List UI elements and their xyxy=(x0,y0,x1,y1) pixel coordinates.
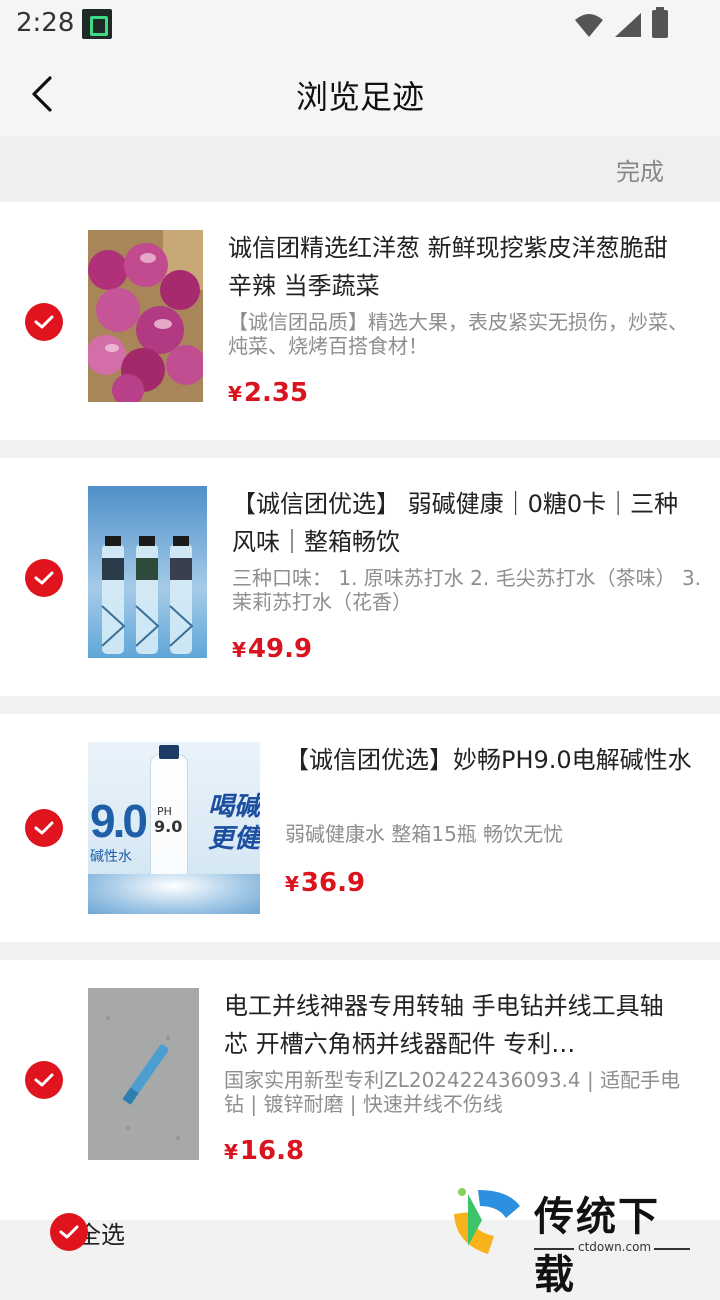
app-notification-icon xyxy=(82,9,112,39)
price-value: 36.9 xyxy=(300,868,366,898)
item-price: ¥2.35 xyxy=(228,378,308,408)
logo-icon xyxy=(454,1188,520,1254)
currency-symbol: ¥ xyxy=(232,638,246,662)
item-desc: 三种口味： 1. 原味苏打水 2. 毛尖苏打水（茶味） 3. 茉莉苏打水（花香） xyxy=(232,566,702,614)
history-list: 诚信团精选红洋葱 新鲜现挖紫皮洋葱脆甜辛辣 当季蔬菜 【诚信团品质】精选大果，表… xyxy=(0,202,720,1238)
item-checkbox[interactable] xyxy=(25,809,63,847)
item-price: ¥49.9 xyxy=(232,634,312,664)
item-title[interactable]: 【诚信团优选】妙畅PH9.0电解碱性水 xyxy=(285,741,705,779)
item-desc: 国家实用新型专利ZL202422436093.4 | 适配手电钻 | 镀锌耐磨 … xyxy=(224,1068,681,1116)
check-icon xyxy=(34,315,54,329)
check-icon xyxy=(59,1225,79,1239)
signal-icon xyxy=(615,13,641,37)
select-all[interactable]: 全选 xyxy=(25,1213,125,1251)
currency-symbol: ¥ xyxy=(228,382,242,406)
list-item[interactable]: 诚信团精选红洋葱 新鲜现挖紫皮洋葱脆甜辛辣 当季蔬菜 【诚信团品质】精选大果，表… xyxy=(0,202,720,440)
price-value: 16.8 xyxy=(239,1136,305,1166)
product-image[interactable] xyxy=(88,230,203,402)
list-item[interactable]: 9.0 碱性水 PH 9.0 喝碱 更健 【诚信团优选】妙畅PH9.0电解碱性水… xyxy=(0,714,720,942)
wifi-icon xyxy=(575,14,603,37)
image-text: 更健 xyxy=(208,824,260,854)
nav-bar: 浏览足迹 xyxy=(0,50,720,136)
item-desc: 【诚信团品质】精选大果，表皮紧实无损伤，炒菜、炖菜、烧烤百搭食材！ xyxy=(228,310,688,358)
done-button[interactable]: 完成 xyxy=(616,152,664,187)
currency-symbol: ¥ xyxy=(224,1140,238,1164)
check-icon xyxy=(34,821,54,835)
item-price: ¥16.8 xyxy=(224,1136,304,1166)
item-title[interactable]: 电工并线神器专用转轴 手电钻并线工具轴芯 开槽六角柄并线器配件 专利… xyxy=(224,987,664,1063)
select-all-checkbox[interactable] xyxy=(50,1213,88,1251)
price-value: 49.9 xyxy=(247,634,313,664)
list-item[interactable]: 电工并线神器专用转轴 手电钻并线工具轴芯 开槽六角柄并线器配件 专利… 国家实用… xyxy=(0,960,720,1220)
item-checkbox[interactable] xyxy=(25,1061,63,1099)
battery-icon xyxy=(652,7,668,38)
item-checkbox[interactable] xyxy=(25,559,63,597)
list-item[interactable]: 【诚信团优选】 弱碱健康｜0糖0卡｜三种风味｜整箱畅饮 三种口味： 1. 原味苏… xyxy=(0,458,720,696)
product-image[interactable]: 9.0 碱性水 PH 9.0 喝碱 更健 xyxy=(88,742,260,914)
page-title: 浏览足迹 xyxy=(295,78,424,116)
price-value: 2.35 xyxy=(243,378,309,408)
product-image[interactable] xyxy=(88,988,199,1160)
product-image[interactable] xyxy=(88,486,207,658)
item-price: ¥36.9 xyxy=(285,868,365,898)
status-time: 2:28 xyxy=(16,8,75,38)
item-desc: 弱碱健康水 整箱15瓶 畅饮无忧 xyxy=(285,822,564,846)
item-title[interactable]: 【诚信团优选】 弱碱健康｜0糖0卡｜三种风味｜整箱畅饮 xyxy=(232,485,702,561)
status-icons xyxy=(574,7,668,38)
item-title[interactable]: 诚信团精选红洋葱 新鲜现挖紫皮洋葱脆甜辛辣 当季蔬菜 xyxy=(228,229,668,305)
image-text: 9.0 xyxy=(90,795,148,847)
item-checkbox[interactable] xyxy=(25,303,63,341)
image-text: 碱性水 xyxy=(90,849,132,865)
check-icon xyxy=(34,1073,54,1087)
status-bar: 2:28 xyxy=(0,0,720,50)
currency-symbol: ¥ xyxy=(285,872,299,896)
edit-bar: 完成 xyxy=(0,136,720,202)
watermark-logo: 传统下载 ctdown.com xyxy=(448,1182,696,1298)
check-icon xyxy=(34,571,54,585)
watermark-url: ctdown.com xyxy=(578,1240,652,1254)
